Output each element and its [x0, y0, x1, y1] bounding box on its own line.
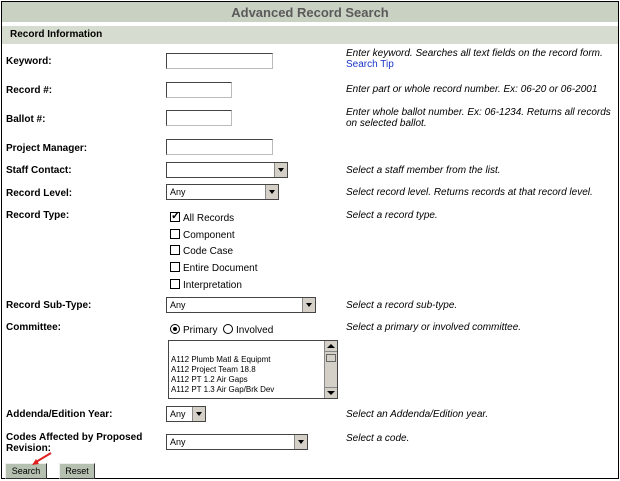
keyword-help: Enter keyword. Searches all text fields …: [346, 48, 603, 70]
ballot-number-help: Enter whole ballot number. Ex: 06-1234. …: [346, 107, 611, 129]
reset-button[interactable]: Reset: [59, 463, 95, 479]
staff-contact-label: Staff Contact:: [6, 165, 72, 176]
checkbox-code-case[interactable]: Code Case: [170, 245, 233, 259]
record-subtype-help: Select a record sub-type.: [346, 300, 458, 311]
scroll-up-icon[interactable]: [325, 341, 337, 352]
record-level-value: Any: [170, 187, 186, 197]
chevron-down-icon[interactable]: [302, 298, 315, 312]
scroll-down-icon[interactable]: [325, 387, 337, 398]
listbox-scrollbar[interactable]: [324, 341, 337, 398]
radio-icon[interactable]: [223, 324, 234, 334]
codes-affected-help: Select a code.: [346, 433, 410, 444]
list-item[interactable]: A112 PT 1.2 Air Gaps: [171, 375, 337, 385]
addenda-year-help: Select an Addenda/Edition year.: [346, 409, 489, 420]
search-form-frame: Advanced Record Search Record Informatio…: [1, 1, 619, 479]
record-number-help: Enter part or whole record number. Ex: 0…: [346, 84, 598, 95]
checkbox-icon[interactable]: [170, 262, 180, 272]
codes-affected-value: Any: [170, 437, 186, 447]
page-title: Advanced Record Search: [2, 2, 618, 24]
committee-help: Select a primary or involved committee.: [346, 322, 522, 333]
addenda-year-label: Addenda/Edition Year:: [6, 409, 113, 420]
keyword-input[interactable]: [166, 53, 273, 69]
ballot-number-label: Ballot #:: [6, 114, 46, 125]
radio-involved[interactable]: Involved: [223, 324, 273, 336]
list-item[interactable]: A112 Project Team 18.8: [171, 365, 337, 375]
project-manager-label: Project Manager:: [6, 143, 88, 154]
list-item[interactable]: A112 Plumb Matl & Equipmt: [171, 355, 337, 365]
record-level-help: Select record level. Returns records at …: [346, 187, 593, 198]
checkbox-entire-document[interactable]: Entire Document: [170, 262, 257, 276]
codes-affected-select[interactable]: Any: [166, 434, 308, 450]
chevron-down-icon[interactable]: [192, 407, 205, 421]
committee-label: Committee:: [6, 322, 62, 333]
addenda-year-select[interactable]: Any: [166, 406, 206, 422]
annotation-arrow-icon: [32, 452, 52, 465]
checkbox-component[interactable]: Component: [170, 229, 235, 243]
checkbox-icon[interactable]: [170, 229, 180, 239]
checkbox-interpretation[interactable]: Interpretation: [170, 279, 242, 293]
radio-primary[interactable]: Primary: [170, 324, 217, 336]
section-header: Record Information: [2, 26, 618, 44]
staff-contact-help: Select a staff member from the list.: [346, 165, 501, 176]
record-level-select[interactable]: Any: [166, 184, 279, 200]
ballot-number-input[interactable]: [166, 110, 232, 126]
chevron-down-icon[interactable]: [294, 435, 307, 449]
record-subtype-select[interactable]: Any: [166, 297, 316, 313]
record-number-label: Record #:: [6, 85, 53, 96]
record-number-input[interactable]: [166, 82, 232, 98]
record-type-help: Select a record type.: [346, 210, 438, 221]
chevron-down-icon[interactable]: [265, 185, 278, 199]
chevron-down-icon[interactable]: [274, 163, 287, 177]
committee-listbox[interactable]: A112 Plumb Matl & Equipmt A112 Project T…: [168, 340, 338, 399]
record-subtype-value: Any: [170, 300, 186, 310]
codes-affected-label: Codes Affected by Proposed Revision:: [6, 432, 143, 454]
search-tip-link[interactable]: Search Tip: [346, 59, 394, 70]
checkbox-icon[interactable]: [170, 279, 180, 289]
committee-radio-group: Primary Involved: [170, 324, 273, 337]
radio-selected-icon[interactable]: [170, 324, 180, 334]
checkbox-all-records[interactable]: All Records: [170, 210, 234, 226]
record-subtype-label: Record Sub-Type:: [6, 300, 92, 311]
scroll-thumb[interactable]: [326, 354, 336, 362]
project-manager-input[interactable]: [166, 139, 273, 155]
record-level-label: Record Level:: [6, 188, 73, 199]
addenda-year-value: Any: [170, 409, 186, 419]
staff-contact-select[interactable]: [166, 162, 288, 178]
checkbox-icon[interactable]: [170, 245, 180, 255]
list-item[interactable]: A112 PT 1.3 Air Gap/Brk Dev: [171, 385, 337, 395]
keyword-label: Keyword:: [6, 56, 52, 67]
record-type-label: Record Type:: [6, 210, 70, 221]
checkbox-checked-icon[interactable]: [170, 210, 180, 222]
